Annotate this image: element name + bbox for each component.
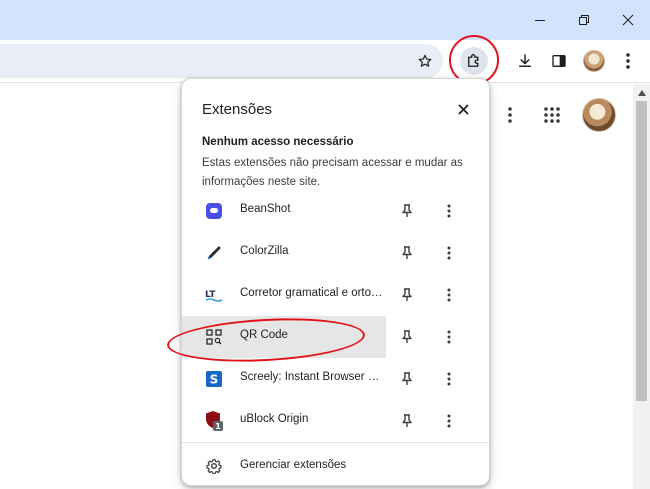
extension-row-qr-code[interactable]: QR Code: [182, 316, 489, 358]
pin-button[interactable]: [397, 327, 417, 347]
extension-name: ColorZilla: [240, 245, 289, 257]
apps-grid-icon: [544, 107, 560, 123]
address-bar[interactable]: [0, 44, 443, 78]
minimize-button[interactable]: [517, 0, 563, 40]
popup-title: Extensões: [202, 101, 273, 118]
manage-extensions-label: Gerenciar extensões: [240, 459, 347, 471]
manage-extensions-button[interactable]: Gerenciar extensões: [182, 453, 489, 479]
ublock-icon: 1: [205, 411, 223, 431]
kebab-menu-icon: [447, 204, 451, 218]
profile-button[interactable]: [580, 47, 608, 75]
vertical-scrollbar[interactable]: [633, 84, 650, 489]
close-window-button[interactable]: [605, 0, 650, 40]
section-title: Nenhum acesso necessário: [202, 136, 354, 148]
minimize-icon: [535, 20, 545, 21]
extension-row-corretor[interactable]: LT Corretor gramatical e ortográfico: [182, 274, 489, 316]
side-panel-icon: [552, 55, 566, 67]
more-options-button[interactable]: [439, 369, 459, 389]
kebab-menu-icon: [447, 330, 451, 344]
extension-name: BeanShot: [240, 203, 291, 215]
extension-name: QR Code: [240, 329, 288, 341]
extension-row-beanshot[interactable]: BeanShot: [182, 190, 489, 232]
screely-icon: S: [205, 370, 223, 388]
section-description: Estas extensões não precisam acessar e m…: [202, 157, 463, 188]
languagetool-icon: LT: [205, 286, 223, 304]
downloads-button[interactable]: [511, 47, 539, 75]
extensions-button[interactable]: [460, 47, 488, 75]
pin-button[interactable]: [397, 285, 417, 305]
extensions-popup: Extensões Nenhum acesso necessário Estas…: [181, 78, 490, 486]
pin-button[interactable]: [397, 369, 417, 389]
eyedropper-icon: [205, 244, 223, 262]
extension-name: uBlock Origin: [240, 413, 309, 425]
kebab-menu-icon: [508, 107, 512, 123]
ublock-badge: 1: [215, 422, 221, 431]
pin-button[interactable]: [397, 201, 417, 221]
more-options-button[interactable]: [439, 411, 459, 431]
pin-icon: [402, 414, 412, 427]
popup-divider: [182, 442, 489, 443]
star-icon: [418, 54, 432, 67]
gear-icon: [205, 457, 223, 475]
beanshot-icon: [205, 202, 223, 220]
pin-icon: [402, 330, 412, 343]
browser-toolbar: [0, 40, 650, 83]
scroll-up-arrow[interactable]: [633, 84, 650, 101]
pin-icon: [402, 204, 412, 217]
kebab-menu-icon: [447, 372, 451, 386]
pin-button[interactable]: [397, 411, 417, 431]
pin-icon: [402, 288, 412, 301]
scrollbar-thumb[interactable]: [636, 101, 647, 401]
kebab-menu-icon: [447, 288, 451, 302]
more-options-button[interactable]: [439, 285, 459, 305]
svg-text:S: S: [210, 373, 219, 387]
kebab-menu-icon: [626, 53, 630, 69]
pin-icon: [402, 372, 412, 385]
qr-code-icon: [205, 328, 223, 346]
pin-button[interactable]: [397, 243, 417, 263]
pin-icon: [402, 246, 412, 259]
triangle-up-icon: [637, 89, 646, 96]
bookmark-star-button[interactable]: [411, 47, 439, 75]
page-menu-button[interactable]: [500, 104, 520, 126]
extension-row-screely[interactable]: S Screely: Instant Browser Mockups: [182, 358, 489, 400]
kebab-menu-icon: [447, 246, 451, 260]
title-bar: [0, 0, 650, 40]
puzzle-icon: [468, 54, 479, 67]
close-icon: [622, 14, 634, 26]
apps-grid-button[interactable]: [541, 104, 563, 126]
close-icon: [457, 103, 469, 115]
more-options-button[interactable]: [439, 243, 459, 263]
extension-row-ublock-origin[interactable]: 1 uBlock Origin: [182, 400, 489, 442]
side-panel-button[interactable]: [545, 47, 573, 75]
download-icon: [519, 54, 531, 67]
extension-name: Screely: Instant Browser Mockups: [240, 371, 385, 383]
restore-icon: [579, 15, 589, 25]
kebab-menu-icon: [447, 414, 451, 428]
profile-avatar: [583, 50, 605, 72]
extension-row-colorzilla[interactable]: ColorZilla: [182, 232, 489, 274]
restore-button[interactable]: [561, 0, 607, 40]
popup-close-button[interactable]: [453, 99, 473, 119]
chrome-menu-button[interactable]: [614, 47, 642, 75]
more-options-button[interactable]: [439, 327, 459, 347]
extension-name: Corretor gramatical e ortográfico: [240, 287, 385, 299]
account-avatar[interactable]: [582, 98, 616, 132]
more-options-button[interactable]: [439, 201, 459, 221]
